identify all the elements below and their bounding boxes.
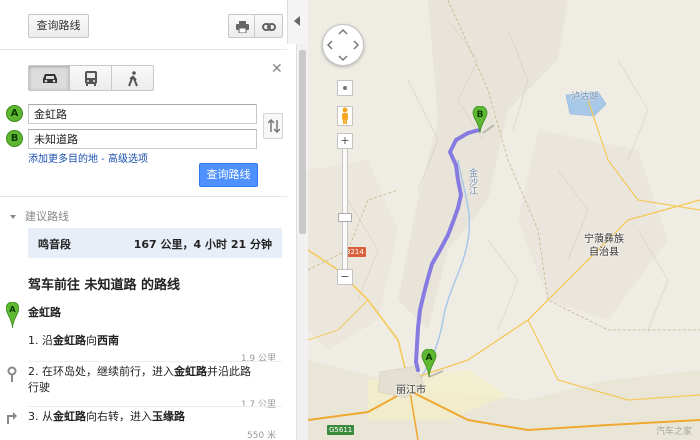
zoom-slider-handle[interactable] (338, 213, 352, 222)
turn-right-icon (7, 412, 17, 424)
mode-walking-button[interactable] (112, 65, 154, 91)
roundabout-icon (7, 366, 17, 382)
step-road: 玉缘路 (152, 410, 185, 423)
highway-shield: G5611 (327, 425, 355, 435)
step-road: 金虹路 (53, 334, 86, 347)
river-label: 金沙江 (467, 168, 477, 195)
link-icon (262, 23, 276, 31)
get-directions-button[interactable]: 查询路线 (199, 163, 258, 187)
destination-input[interactable] (28, 129, 257, 149)
travel-mode-selector (28, 65, 154, 91)
zoom-to-fit-button[interactable] (337, 80, 353, 96)
direction-step-1[interactable]: 1. 沿金虹路向西南 (28, 333, 258, 349)
step-number: 2. (28, 365, 39, 378)
route-name: 鸣音段 (38, 238, 71, 251)
end-pin-icon[interactable]: B (472, 106, 494, 134)
step-road: 金虹路 (174, 365, 207, 378)
direction-step-2[interactable]: 2. 在环岛处，继续前行，进入金虹路并沿此路行驶 (28, 364, 258, 396)
svg-text:A: A (426, 353, 433, 363)
city-label: 丽江市 (396, 385, 426, 396)
pegman-icon (342, 107, 348, 124)
advanced-options-link[interactable]: 高级选项 (108, 154, 148, 165)
panel-scrollbar[interactable] (296, 0, 308, 440)
start-pin-icon: A (6, 302, 19, 328)
county-label-line-2: 自治县 (589, 247, 619, 258)
county-label-line-1: 宁蒗彝族 (584, 234, 624, 245)
swap-icon (268, 119, 280, 133)
collapse-arrow-icon (294, 16, 300, 26)
start-location-input[interactable] (28, 104, 257, 124)
swap-locations-button[interactable] (263, 113, 283, 139)
street-view-pegman[interactable] (337, 106, 353, 126)
car-icon (43, 74, 57, 83)
county-label: 宁蒗彝族 自治县 (584, 233, 624, 259)
map-canvas[interactable]: 泸沽湖 金沙江 宁蒗彝族 自治县 丽江市 G5611 3214 B A + − … (308, 0, 700, 440)
print-icon (236, 21, 249, 33)
collapse-triangle-icon (10, 215, 16, 219)
links-separator: - (98, 154, 108, 165)
print-button[interactable] (228, 14, 255, 38)
route-option[interactable]: 鸣音段 167 公里，4 小时 21 分钟 (28, 228, 282, 258)
panel-toolbar: 查询路线 (0, 0, 287, 50)
pan-control[interactable] (322, 24, 364, 66)
collapse-panel-button[interactable] (287, 0, 308, 44)
step-distance: 1.9 公里 (240, 354, 276, 364)
watermark: 汽车之家 (655, 427, 692, 437)
bus-icon (85, 71, 97, 86)
start-map-pin-icon[interactable]: A (421, 349, 445, 379)
step-text: 在环岛处，继续前行，进入 (42, 365, 174, 378)
step-distance: 550 米 (246, 431, 276, 440)
suggested-routes-header[interactable]: 建议路线 (10, 208, 69, 224)
direction-step-3[interactable]: 3. 从金虹路向右转，进入玉缘路 (28, 409, 258, 425)
directions-title: 驾车前往 未知道路 的路线 (28, 278, 181, 293)
dot-icon (343, 86, 347, 90)
end-marker: B (6, 130, 23, 147)
step-text: 从 (42, 410, 53, 423)
suggested-routes-label: 建议路线 (25, 210, 69, 223)
route-summary: 167 公里，4 小时 21 分钟 (133, 238, 272, 251)
zoom-out-button[interactable]: − (337, 269, 353, 285)
divider (28, 406, 282, 407)
divider (0, 196, 287, 197)
step-direction: 西南 (97, 334, 119, 347)
step-text: 沿 (42, 334, 53, 347)
svg-text:A: A (9, 305, 16, 314)
link-button[interactable] (255, 14, 283, 38)
mode-driving-button[interactable] (28, 65, 70, 91)
step-number: 3. (28, 410, 39, 423)
mode-transit-button[interactable] (70, 65, 112, 91)
svg-text:B: B (477, 110, 484, 120)
map-terrain (308, 0, 700, 440)
step-text: 向右转，进入 (86, 410, 152, 423)
options-links: 添加更多目的地 - 高级选项 (28, 150, 148, 165)
add-destination-link[interactable]: 添加更多目的地 (28, 154, 98, 165)
scrollbar-thumb[interactable] (299, 50, 306, 234)
close-icon[interactable]: ✕ (271, 62, 283, 76)
step-text: 向 (86, 334, 97, 347)
lake-label: 泸沽湖 (571, 92, 599, 102)
zoom-in-button[interactable]: + (337, 133, 353, 149)
get-directions-top-button[interactable]: 查询路线 (28, 14, 89, 38)
pan-arrows-icon (326, 28, 360, 62)
walking-icon (128, 71, 138, 87)
step-number: 1. (28, 334, 39, 347)
start-marker: A (6, 105, 23, 122)
directions-panel: 查询路线 ✕ A 金虹路 B 未知道路 添加更多目的地 - 高级选项 查询路线 … (0, 0, 296, 440)
start-label: 金虹路 (28, 306, 61, 319)
divider (28, 361, 282, 362)
step-road: 金虹路 (53, 410, 86, 423)
